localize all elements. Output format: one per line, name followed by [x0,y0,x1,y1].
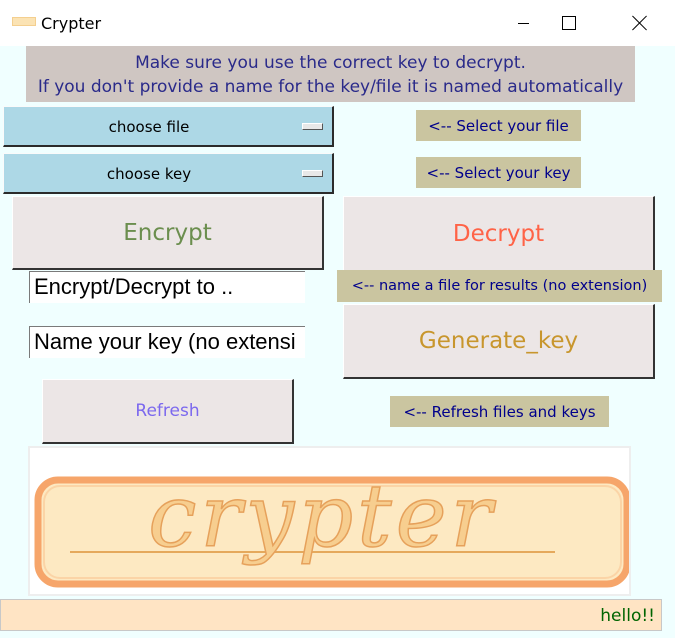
encrypt-button[interactable]: Encrypt [12,196,324,270]
result-filename-input[interactable]: Encrypt/Decrypt to .. [29,271,305,303]
refresh-hint: <-- Refresh files and keys [390,396,609,427]
select-file-hint: <-- Select your file [416,110,581,141]
result-filename-hint: <-- name a file for results (no extensio… [337,270,662,302]
file-select-dropdown[interactable]: choose file [3,106,334,147]
maximize-icon [562,16,576,30]
info-banner: Make sure you use the correct key to dec… [26,46,635,102]
banner-line-1: Make sure you use the correct key to dec… [135,53,526,73]
app-icon [12,17,36,26]
key-name-input[interactable]: Name your key (no extensi [29,326,305,358]
logo-text: crypter [148,467,496,567]
status-bar: hello!! [0,599,662,631]
logo-frame: crypter [28,446,631,596]
generate-key-button[interactable]: Generate_key [343,304,655,379]
close-icon [632,15,648,31]
key-select-dropdown[interactable]: choose key [3,153,334,194]
decrypt-button[interactable]: Decrypt [343,196,655,273]
dropdown-indicator-icon [302,123,323,130]
maximize-button[interactable] [546,0,592,46]
minimize-button[interactable] [500,0,546,46]
key-select-value: choose key [106,165,192,183]
window-title: Crypter [41,14,102,33]
client-area: Make sure you use the correct key to dec… [0,46,675,638]
title-bar: Crypter [0,0,675,46]
select-key-hint: <-- Select your key [416,157,581,188]
refresh-button[interactable]: Refresh [42,379,294,444]
crypter-logo: crypter [34,466,631,588]
close-button[interactable] [617,0,663,46]
minimize-icon [517,22,529,24]
status-message: hello!! [600,606,655,626]
file-select-value: choose file [108,118,190,136]
banner-line-2: If you don't provide a name for the key/… [37,77,624,97]
dropdown-indicator-icon [302,170,323,177]
